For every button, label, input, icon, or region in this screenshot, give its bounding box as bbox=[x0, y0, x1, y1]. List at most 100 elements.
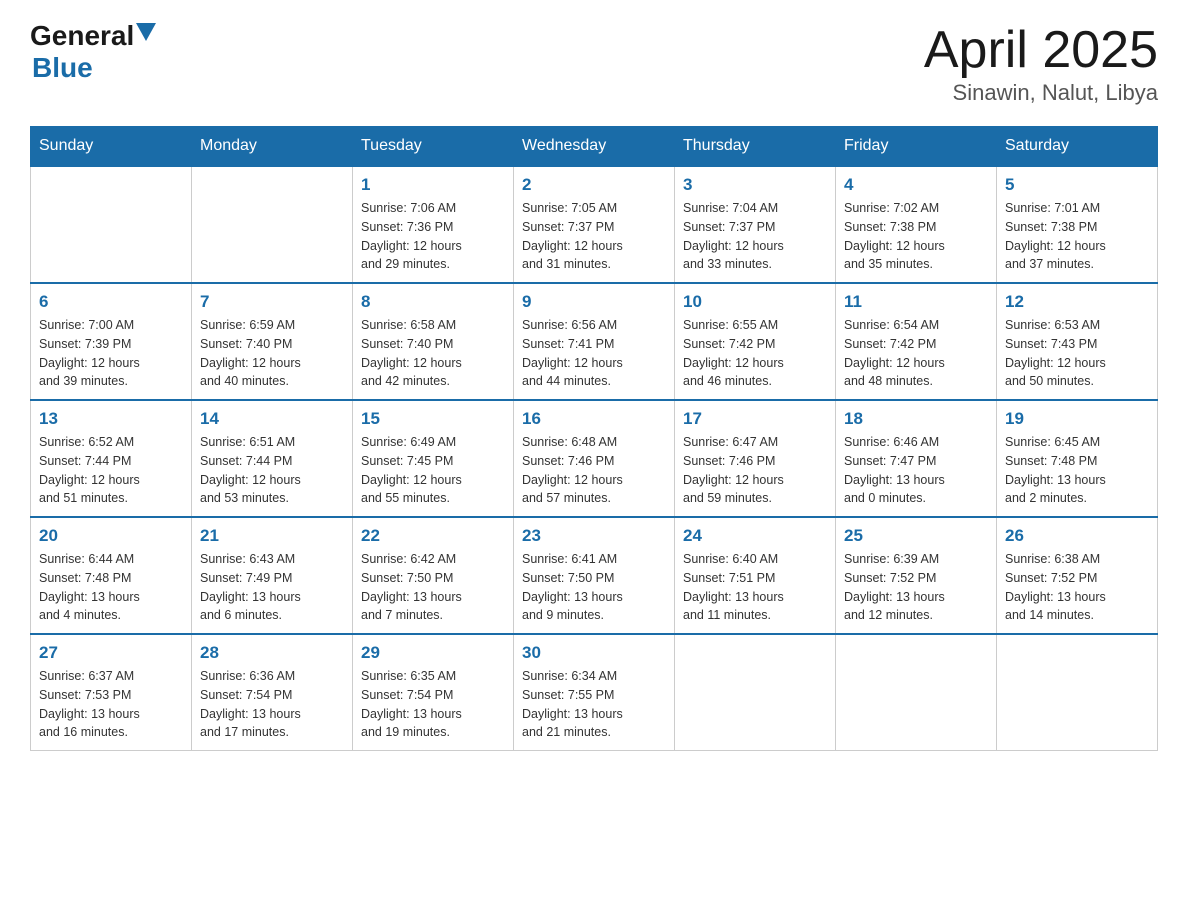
logo-blue: Blue bbox=[32, 52, 156, 84]
table-row bbox=[675, 634, 836, 751]
table-row: 26 Sunrise: 6:38 AMSunset: 7:52 PMDayligh… bbox=[997, 517, 1158, 634]
table-row: 7 Sunrise: 6:59 AMSunset: 7:40 PMDaylight… bbox=[192, 283, 353, 400]
day-number: 27 bbox=[39, 643, 183, 663]
day-number: 30 bbox=[522, 643, 666, 663]
day-info: Sunrise: 6:49 AMSunset: 7:45 PMDaylight:… bbox=[361, 433, 505, 508]
col-friday: Friday bbox=[836, 127, 997, 167]
day-info: Sunrise: 6:39 AMSunset: 7:52 PMDaylight:… bbox=[844, 550, 988, 625]
table-row: 13 Sunrise: 6:52 AMSunset: 7:44 PMDayligh… bbox=[31, 400, 192, 517]
col-wednesday: Wednesday bbox=[514, 127, 675, 167]
day-number: 29 bbox=[361, 643, 505, 663]
day-info: Sunrise: 6:53 AMSunset: 7:43 PMDaylight:… bbox=[1005, 316, 1149, 391]
logo: General Blue bbox=[30, 20, 156, 84]
day-info: Sunrise: 6:55 AMSunset: 7:42 PMDaylight:… bbox=[683, 316, 827, 391]
day-info: Sunrise: 6:40 AMSunset: 7:51 PMDaylight:… bbox=[683, 550, 827, 625]
day-info: Sunrise: 7:02 AMSunset: 7:38 PMDaylight:… bbox=[844, 199, 988, 274]
calendar-week-row: 20 Sunrise: 6:44 AMSunset: 7:48 PMDayligh… bbox=[31, 517, 1158, 634]
table-row: 5 Sunrise: 7:01 AMSunset: 7:38 PMDaylight… bbox=[997, 166, 1158, 283]
table-row: 25 Sunrise: 6:39 AMSunset: 7:52 PMDayligh… bbox=[836, 517, 997, 634]
table-row: 20 Sunrise: 6:44 AMSunset: 7:48 PMDayligh… bbox=[31, 517, 192, 634]
day-number: 19 bbox=[1005, 409, 1149, 429]
day-number: 21 bbox=[200, 526, 344, 546]
col-tuesday: Tuesday bbox=[353, 127, 514, 167]
table-row: 21 Sunrise: 6:43 AMSunset: 7:49 PMDayligh… bbox=[192, 517, 353, 634]
day-number: 24 bbox=[683, 526, 827, 546]
day-info: Sunrise: 6:44 AMSunset: 7:48 PMDaylight:… bbox=[39, 550, 183, 625]
day-number: 5 bbox=[1005, 175, 1149, 195]
table-row: 6Sunrise: 7:00 AMSunset: 7:39 PMDaylight… bbox=[31, 283, 192, 400]
table-row: 2 Sunrise: 7:05 AMSunset: 7:37 PMDaylight… bbox=[514, 166, 675, 283]
table-row: 30 Sunrise: 6:34 AMSunset: 7:55 PMDayligh… bbox=[514, 634, 675, 751]
day-number: 3 bbox=[683, 175, 827, 195]
calendar-week-row: 6Sunrise: 7:00 AMSunset: 7:39 PMDaylight… bbox=[31, 283, 1158, 400]
day-number: 13 bbox=[39, 409, 183, 429]
table-row: 27 Sunrise: 6:37 AMSunset: 7:53 PMDayligh… bbox=[31, 634, 192, 751]
col-monday: Monday bbox=[192, 127, 353, 167]
day-number: 7 bbox=[200, 292, 344, 312]
calendar-week-row: 27 Sunrise: 6:37 AMSunset: 7:53 PMDayligh… bbox=[31, 634, 1158, 751]
day-number: 20 bbox=[39, 526, 183, 546]
day-info: Sunrise: 6:52 AMSunset: 7:44 PMDaylight:… bbox=[39, 433, 183, 508]
table-row: 9 Sunrise: 6:56 AMSunset: 7:41 PMDaylight… bbox=[514, 283, 675, 400]
table-row: 19 Sunrise: 6:45 AMSunset: 7:48 PMDayligh… bbox=[997, 400, 1158, 517]
title-block: April 2025 Sinawin, Nalut, Libya bbox=[924, 20, 1158, 106]
day-info: Sunrise: 7:05 AMSunset: 7:37 PMDaylight:… bbox=[522, 199, 666, 274]
day-number: 15 bbox=[361, 409, 505, 429]
table-row: 3Sunrise: 7:04 AMSunset: 7:37 PMDaylight… bbox=[675, 166, 836, 283]
day-info: Sunrise: 7:06 AMSunset: 7:36 PMDaylight:… bbox=[361, 199, 505, 274]
day-info: Sunrise: 6:56 AMSunset: 7:41 PMDaylight:… bbox=[522, 316, 666, 391]
day-info: Sunrise: 6:38 AMSunset: 7:52 PMDaylight:… bbox=[1005, 550, 1149, 625]
table-row bbox=[836, 634, 997, 751]
calendar-title: April 2025 bbox=[924, 20, 1158, 80]
calendar-location: Sinawin, Nalut, Libya bbox=[924, 80, 1158, 106]
day-info: Sunrise: 6:42 AMSunset: 7:50 PMDaylight:… bbox=[361, 550, 505, 625]
day-info: Sunrise: 6:36 AMSunset: 7:54 PMDaylight:… bbox=[200, 667, 344, 742]
table-row: 18Sunrise: 6:46 AMSunset: 7:47 PMDayligh… bbox=[836, 400, 997, 517]
table-row bbox=[997, 634, 1158, 751]
day-info: Sunrise: 6:41 AMSunset: 7:50 PMDaylight:… bbox=[522, 550, 666, 625]
day-info: Sunrise: 6:34 AMSunset: 7:55 PMDaylight:… bbox=[522, 667, 666, 742]
day-number: 23 bbox=[522, 526, 666, 546]
day-number: 9 bbox=[522, 292, 666, 312]
day-info: Sunrise: 6:58 AMSunset: 7:40 PMDaylight:… bbox=[361, 316, 505, 391]
day-info: Sunrise: 6:37 AMSunset: 7:53 PMDaylight:… bbox=[39, 667, 183, 742]
table-row: 23 Sunrise: 6:41 AMSunset: 7:50 PMDayligh… bbox=[514, 517, 675, 634]
col-sunday: Sunday bbox=[31, 127, 192, 167]
table-row: 14 Sunrise: 6:51 AMSunset: 7:44 PMDayligh… bbox=[192, 400, 353, 517]
day-number: 26 bbox=[1005, 526, 1149, 546]
day-info: Sunrise: 6:47 AMSunset: 7:46 PMDaylight:… bbox=[683, 433, 827, 508]
col-thursday: Thursday bbox=[675, 127, 836, 167]
day-number: 14 bbox=[200, 409, 344, 429]
table-row: 11 Sunrise: 6:54 AMSunset: 7:42 PMDayligh… bbox=[836, 283, 997, 400]
day-info: Sunrise: 6:54 AMSunset: 7:42 PMDaylight:… bbox=[844, 316, 988, 391]
calendar-week-row: 1Sunrise: 7:06 AMSunset: 7:36 PMDaylight… bbox=[31, 166, 1158, 283]
day-info: Sunrise: 7:01 AMSunset: 7:38 PMDaylight:… bbox=[1005, 199, 1149, 274]
day-number: 10 bbox=[683, 292, 827, 312]
calendar-header-row: Sunday Monday Tuesday Wednesday Thursday… bbox=[31, 127, 1158, 167]
day-info: Sunrise: 6:51 AMSunset: 7:44 PMDaylight:… bbox=[200, 433, 344, 508]
table-row bbox=[192, 166, 353, 283]
table-row: 22Sunrise: 6:42 AMSunset: 7:50 PMDayligh… bbox=[353, 517, 514, 634]
table-row: 8 Sunrise: 6:58 AMSunset: 7:40 PMDaylight… bbox=[353, 283, 514, 400]
table-row: 16 Sunrise: 6:48 AMSunset: 7:46 PMDayligh… bbox=[514, 400, 675, 517]
day-info: Sunrise: 6:59 AMSunset: 7:40 PMDaylight:… bbox=[200, 316, 344, 391]
day-info: Sunrise: 6:43 AMSunset: 7:49 PMDaylight:… bbox=[200, 550, 344, 625]
day-info: Sunrise: 6:48 AMSunset: 7:46 PMDaylight:… bbox=[522, 433, 666, 508]
table-row: 12 Sunrise: 6:53 AMSunset: 7:43 PMDayligh… bbox=[997, 283, 1158, 400]
day-info: Sunrise: 6:45 AMSunset: 7:48 PMDaylight:… bbox=[1005, 433, 1149, 508]
table-row: 29Sunrise: 6:35 AMSunset: 7:54 PMDayligh… bbox=[353, 634, 514, 751]
day-number: 11 bbox=[844, 292, 988, 312]
day-number: 6 bbox=[39, 292, 183, 312]
day-number: 16 bbox=[522, 409, 666, 429]
calendar-week-row: 13 Sunrise: 6:52 AMSunset: 7:44 PMDayligh… bbox=[31, 400, 1158, 517]
day-number: 8 bbox=[361, 292, 505, 312]
day-number: 12 bbox=[1005, 292, 1149, 312]
day-number: 25 bbox=[844, 526, 988, 546]
logo-triangle-icon bbox=[136, 23, 156, 41]
day-info: Sunrise: 6:46 AMSunset: 7:47 PMDaylight:… bbox=[844, 433, 988, 508]
day-number: 17 bbox=[683, 409, 827, 429]
table-row: 4Sunrise: 7:02 AMSunset: 7:38 PMDaylight… bbox=[836, 166, 997, 283]
table-row: 28Sunrise: 6:36 AMSunset: 7:54 PMDayligh… bbox=[192, 634, 353, 751]
day-number: 2 bbox=[522, 175, 666, 195]
col-saturday: Saturday bbox=[997, 127, 1158, 167]
